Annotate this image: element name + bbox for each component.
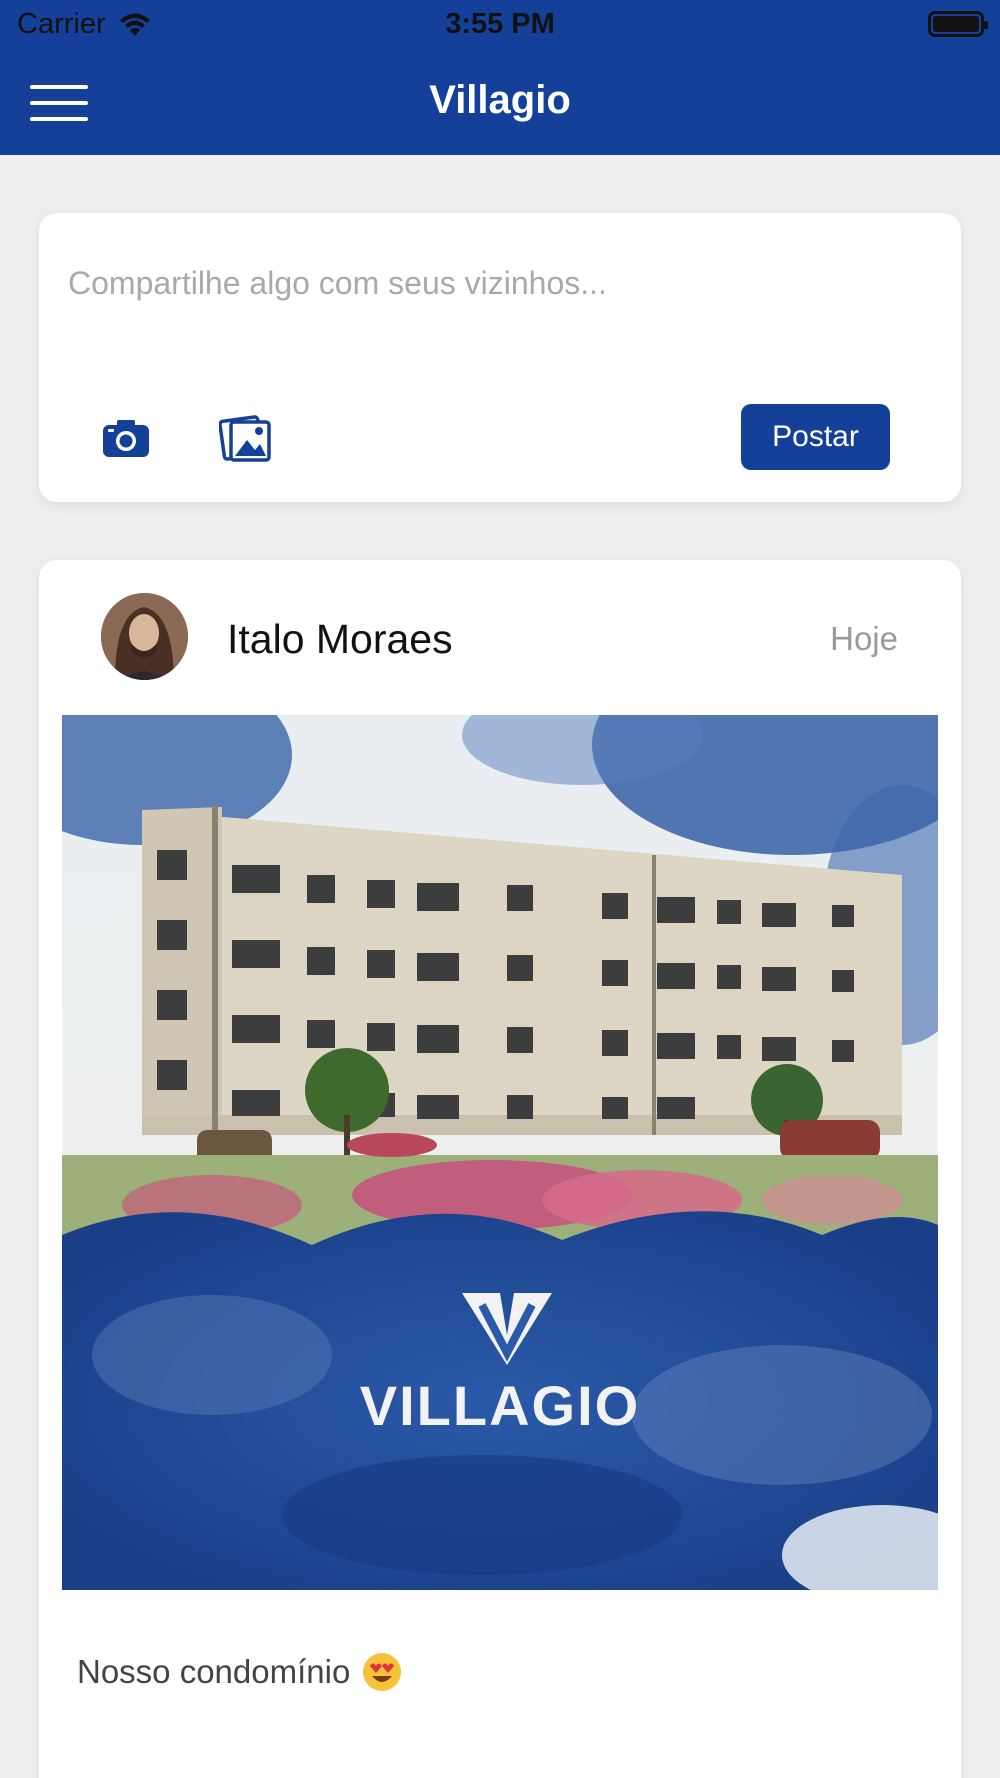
post-author[interactable]: Italo Moraes [227,616,453,663]
post-image[interactable]: VILLAGIO [62,715,938,1590]
composer-input[interactable] [68,265,928,302]
page-title: Villagio [429,78,571,122]
post-caption-text: Nosso condomínio [77,1653,351,1690]
camera-icon[interactable] [102,418,150,458]
post-caption: Nosso condomínio [77,1652,402,1692]
status-time: 3:55 PM [445,8,555,40]
heart-eyes-emoji-icon [363,1653,402,1691]
post-composer: Postar [39,213,961,502]
top-bar: Carrier 3:55 PM Villagio [0,0,1000,155]
post-date: Hoje [830,620,898,657]
battery-icon [928,11,988,37]
gallery-icon[interactable] [218,410,273,464]
post-image-logo-text: VILLAGIO [360,1374,640,1437]
feed-post: Italo Moraes Hoje VILLAGIO Nosso condomí… [39,560,961,1778]
post-button[interactable]: Postar [741,404,890,470]
avatar[interactable] [101,593,188,680]
